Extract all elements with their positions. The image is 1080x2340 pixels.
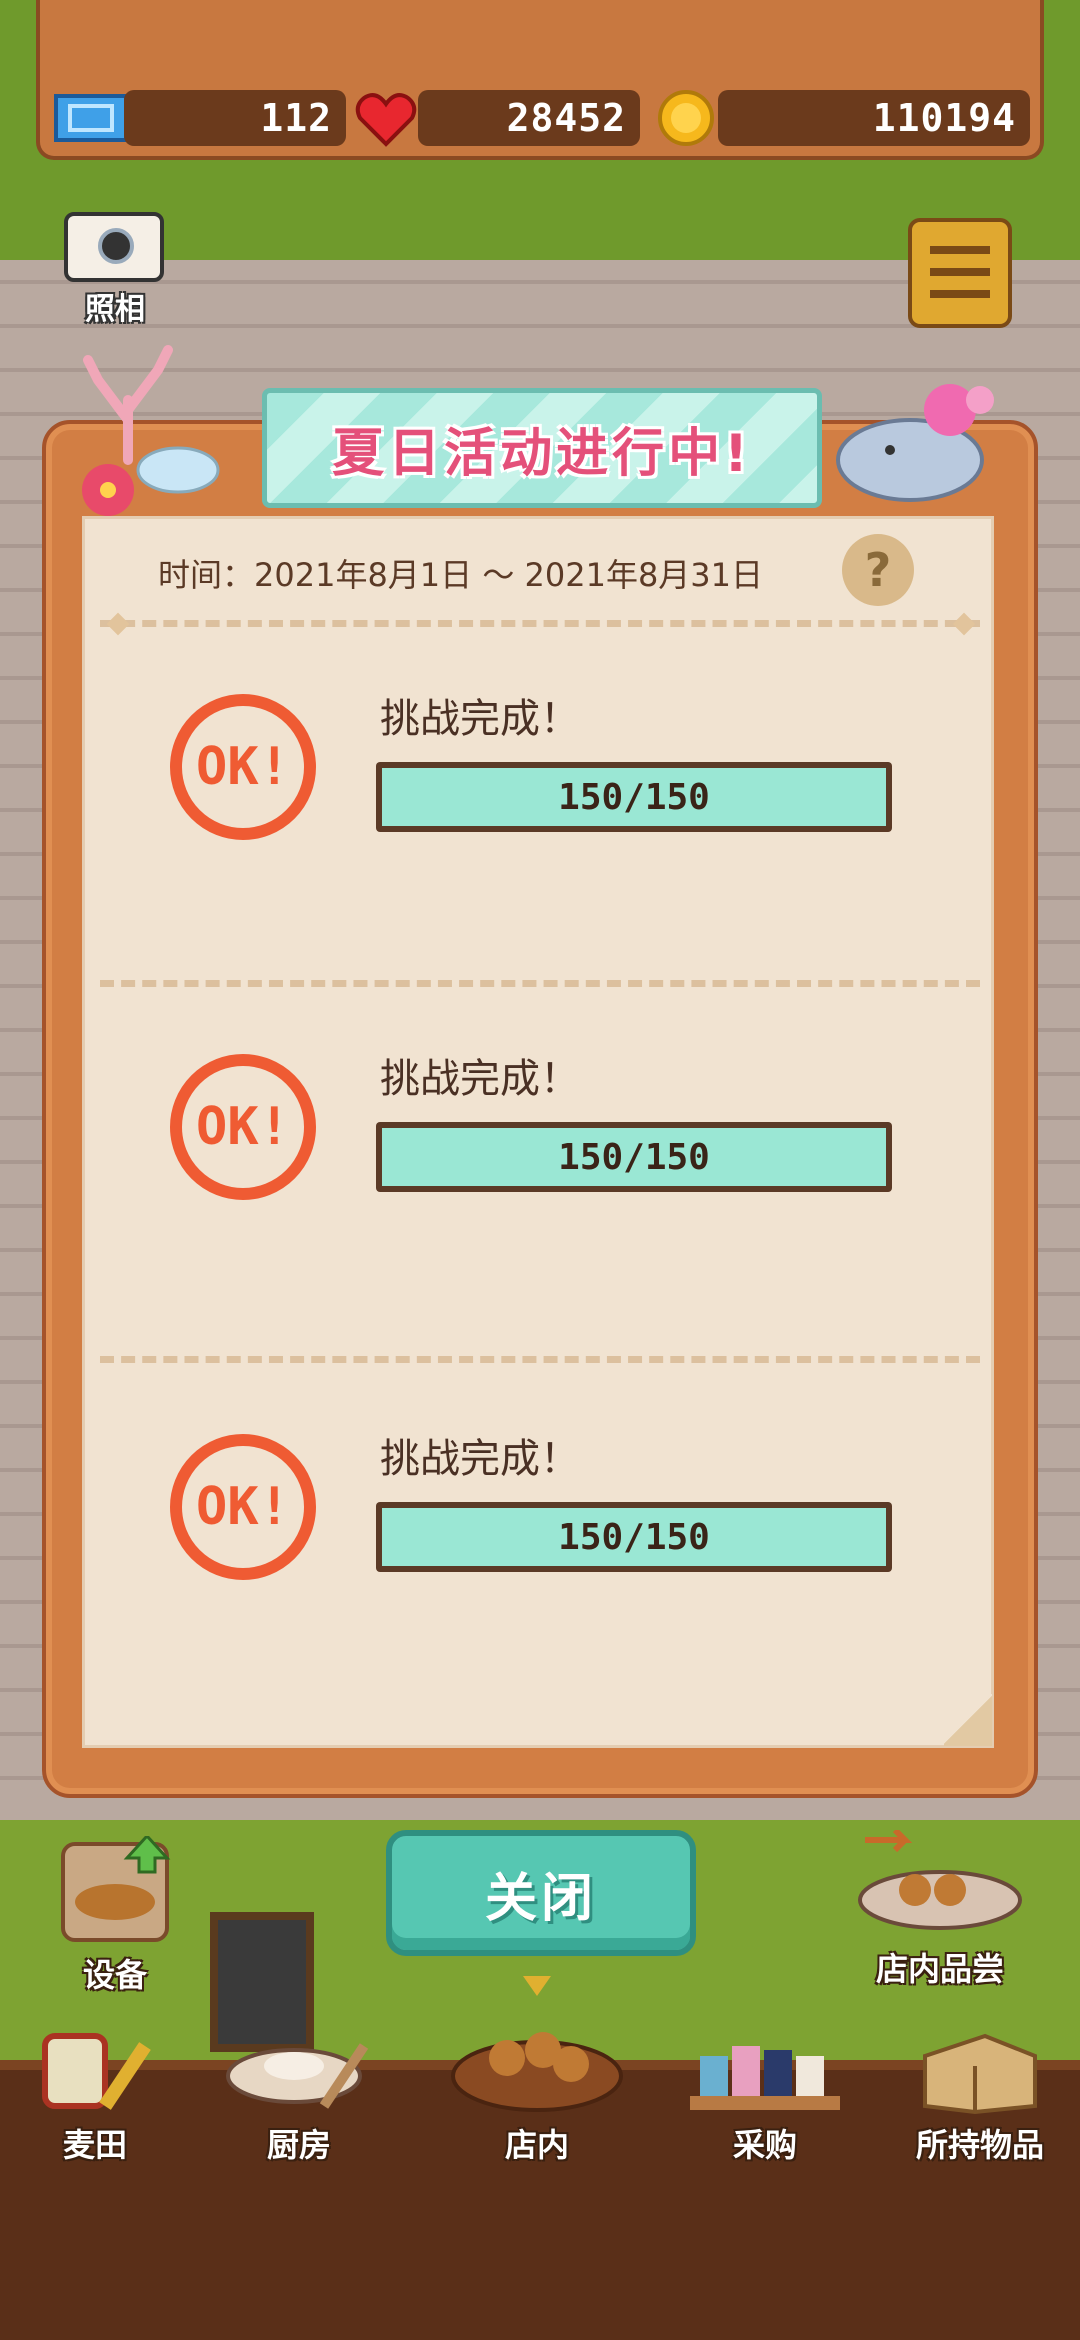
ok-stamp: OK! [170, 1434, 316, 1580]
divider-top [100, 620, 980, 627]
ok-stamp: OK! [170, 694, 316, 840]
nav-inventory-label: 所持物品 [915, 2126, 1044, 2164]
nav-tasting-label: 店内品尝 [875, 1950, 1004, 1988]
nav-equipment[interactable]: 设备 [30, 1833, 200, 1996]
coins-value: 110194 [872, 96, 1016, 140]
challenge-progress-fill: 150/150 [382, 1128, 886, 1186]
challenge-progress-fill: 150/150 [382, 768, 886, 826]
event-period: 时间：2021年8月1日 ～ 2021年8月31日 [158, 556, 764, 594]
camera-label[interactable]: 照相 [60, 284, 170, 328]
menu-icon[interactable] [908, 218, 1012, 328]
tasting-icon [858, 1827, 1022, 1930]
nav-kitchen-label: 厨房 [266, 2126, 331, 2164]
tickets-value: 112 [260, 96, 332, 140]
nav-field[interactable]: 麦田 [10, 2026, 180, 2166]
inventory-icon [923, 2033, 1037, 2115]
challenge-row: OK! 挑战完成！ 150/150 [100, 1434, 980, 1654]
challenge-progress-fill: 150/150 [382, 1508, 886, 1566]
event-title: 夏日活动进行中! [332, 423, 752, 484]
challenge-progress-text: 150/150 [558, 1516, 710, 1558]
nav-field-label: 麦田 [62, 2126, 127, 2164]
equipment-icon [61, 1833, 171, 1942]
challenge-row: OK! 挑战完成！ 150/150 [100, 694, 980, 914]
close-button-label: 关闭 [484, 1868, 597, 1929]
nav-store[interactable]: 店内 [442, 1976, 632, 2166]
nav-kitchen[interactable]: 厨房 [214, 2026, 384, 2166]
whale-decoration-icon [836, 384, 994, 502]
challenge-progress-text: 150/150 [558, 776, 710, 818]
coins-slot: 110194 [718, 90, 1030, 146]
nav-tasting[interactable]: 店内品尝 [850, 1827, 1030, 1990]
event-title-banner: 夏日活动进行中! [262, 388, 822, 508]
challenge-progress-bar: 150/150 [376, 762, 892, 832]
heart-icon [355, 93, 417, 147]
coin-icon [658, 90, 714, 146]
store-icon [451, 1976, 623, 2112]
ok-stamp: OK! [170, 1054, 316, 1200]
nav-purchase-label: 采购 [732, 2126, 797, 2164]
challenge-progress-bar: 150/150 [376, 1122, 892, 1192]
challenge-progress-text: 150/150 [558, 1136, 710, 1178]
close-button[interactable]: 关闭 [386, 1830, 696, 1956]
question-icon[interactable]: ? [842, 534, 914, 606]
camera-icon[interactable] [64, 212, 164, 282]
challenge-progress-bar: 150/150 [376, 1502, 892, 1572]
challenge-title: 挑战完成！ [380, 1056, 580, 1102]
hearts-value: 28452 [506, 96, 626, 140]
challenge-row: OK! 挑战完成！ 150/150 [100, 1054, 980, 1274]
ticket-icon [54, 94, 128, 142]
tickets-slot: 112 [124, 90, 346, 146]
nav-purchase[interactable]: 采购 [680, 2026, 850, 2166]
nav-store-label: 店内 [504, 2126, 569, 2164]
paper-fold-corner [944, 1694, 992, 1746]
nav-equipment-label: 设备 [82, 1956, 147, 1994]
field-icon [42, 2033, 151, 2110]
divider [100, 1356, 980, 1363]
nav-inventory[interactable]: 所持物品 [890, 2026, 1070, 2166]
purchase-icon [690, 2046, 840, 2110]
divider [100, 980, 980, 987]
coral-decoration-icon [82, 345, 220, 516]
kitchen-icon [226, 2043, 369, 2109]
challenge-title: 挑战完成！ [380, 696, 580, 742]
challenge-title: 挑战完成！ [380, 1436, 580, 1482]
hearts-slot: 28452 [418, 90, 640, 146]
